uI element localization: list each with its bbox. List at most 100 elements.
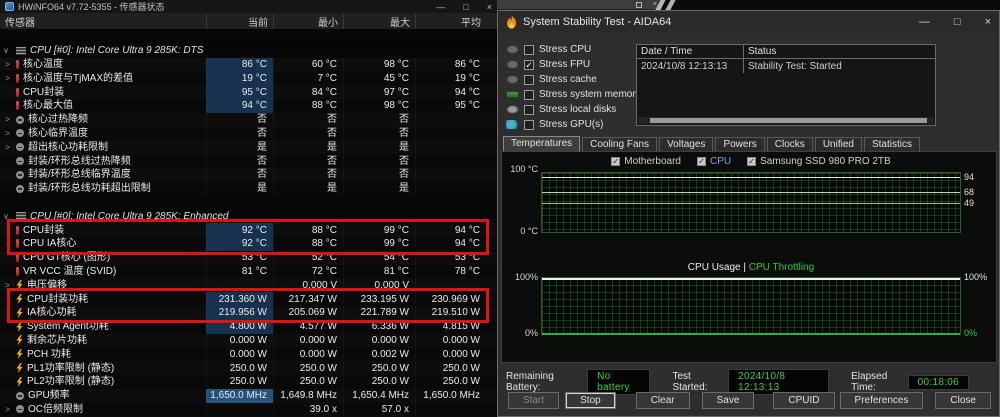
- sensor-max-value: 1,650.4 MHz: [343, 389, 415, 403]
- stop-button[interactable]: Stop: [565, 392, 616, 409]
- stress-option[interactable]: Stress cache: [506, 72, 641, 87]
- sensor-group-row[interactable]: ∨CPU [#0]: Intel Core Ultra 9 285K: DTS: [0, 44, 497, 58]
- sensor-row[interactable]: CPU IA核心92 °C88 °C99 °C94 °C: [0, 237, 497, 251]
- save-button[interactable]: Save: [702, 392, 755, 409]
- tab-cooling-fans[interactable]: Cooling Fans: [582, 137, 657, 152]
- lightning-icon: [16, 322, 23, 332]
- sensor-min-value: 60 °C: [273, 58, 343, 72]
- hwinfo-titlebar[interactable]: HWiNFO64 v7.72-5355 - 传感器状态 — □ ×: [0, 0, 497, 13]
- tab-unified[interactable]: Unified: [815, 137, 862, 152]
- sensor-current-value: 0.000 W: [206, 347, 273, 361]
- sensor-group-row[interactable]: ∨CPU [#0]: Intel Core Ultra 9 285K: Enha…: [0, 209, 497, 223]
- chart-series-line: [542, 278, 960, 280]
- checkbox-unchecked[interactable]: [524, 105, 534, 115]
- sensor-row[interactable]: CPU GT核心 (图形)53 °C52 °C54 °C53 °C: [0, 251, 497, 265]
- checkbox-checked[interactable]: ✓: [524, 60, 534, 70]
- log-horizontal-scrollbar[interactable]: [638, 117, 934, 124]
- stress-option-label: Stress CPU: [539, 44, 591, 55]
- thermometer-icon: [16, 88, 19, 97]
- stress-option[interactable]: Stress GPU(s): [506, 117, 641, 132]
- sensor-row[interactable]: System Agent功耗4.800 W4.577 W6.336 W4.815…: [0, 320, 497, 334]
- sensor-row[interactable]: >核心温度与TjMAX的差值19 °C7 °C45 °C19 °C: [0, 71, 497, 85]
- sensor-name-cell: >电压偏移: [0, 278, 206, 292]
- sensor-row[interactable]: >超出核心功耗限制是是是: [0, 140, 497, 154]
- sensor-min-value: 是: [273, 140, 343, 154]
- sensor-row[interactable]: GPU频率1,650.0 MHz1,649.8 MHz1,650.4 MHz1,…: [0, 389, 497, 403]
- clear-button[interactable]: Clear: [636, 392, 690, 409]
- sensor-max-value: 98 °C: [343, 99, 415, 113]
- close-button[interactable]: ×: [487, 2, 492, 12]
- stress-option[interactable]: Stress CPU: [506, 42, 641, 57]
- tab-voltages[interactable]: Voltages: [659, 137, 713, 152]
- start-button[interactable]: Start: [508, 392, 559, 409]
- stress-option[interactable]: ✓Stress FPU: [506, 57, 641, 72]
- sensor-label: VR VCC 温度 (SVID): [23, 265, 116, 278]
- tab-powers[interactable]: Powers: [715, 137, 764, 152]
- sensor-row[interactable]: >OC倍频限制39.0 x57.0 x: [0, 403, 497, 417]
- legend-checkbox[interactable]: ✓: [747, 157, 756, 166]
- legend-item[interactable]: ✓Samsung SSD 980 PRO 2TB: [747, 156, 891, 167]
- sensor-row[interactable]: >电压偏移0.000 V0.000 V: [0, 278, 497, 292]
- sensor-row[interactable]: 封装/环形总线过热降频否否否: [0, 154, 497, 168]
- column-header-min[interactable]: 最小: [273, 14, 343, 29]
- tab-temperatures[interactable]: Temperatures: [503, 136, 580, 152]
- aida64-titlebar[interactable]: System Stability Test - AIDA64 — □ ×: [498, 11, 999, 33]
- legend-checkbox[interactable]: ✓: [611, 157, 620, 166]
- sensor-row[interactable]: >核心过热降频否否否: [0, 113, 497, 127]
- checkbox-unchecked[interactable]: [524, 90, 534, 100]
- minimize-button[interactable]: —: [436, 2, 445, 12]
- sensor-row[interactable]: 封装/环形总线功耗超出限制是是是: [0, 182, 497, 196]
- sensor-label: 封装/环形总线功耗超出限制: [28, 182, 151, 195]
- hwinfo-window-title: HWiNFO64 v7.72-5355 - 传感器状态: [18, 0, 165, 13]
- sensor-row[interactable]: >核心温度86 °C60 °C98 °C86 °C: [0, 58, 497, 72]
- sensor-row[interactable]: 封装/环形总线临界温度否否否: [0, 168, 497, 182]
- sensor-row[interactable]: IA核心功耗219.956 W205.069 W221.789 W219.510…: [0, 306, 497, 320]
- status-field-label: Test Started:: [672, 371, 722, 393]
- sensor-name-cell: CPU封装功耗: [0, 292, 206, 306]
- maximize-button[interactable]: □: [954, 16, 961, 28]
- legend-checkbox[interactable]: ✓: [697, 157, 706, 166]
- chevron-down-icon: ∨: [3, 210, 12, 223]
- checkbox-unchecked[interactable]: [524, 45, 534, 55]
- close-button[interactable]: Close: [935, 392, 991, 409]
- sensor-current-value: 231.360 W: [206, 292, 273, 306]
- lightning-icon: [16, 363, 23, 373]
- sensor-row[interactable]: PCH 功耗0.000 W0.000 W0.002 W0.000 W: [0, 347, 497, 361]
- sensor-label: CPU GT核心 (图形): [23, 251, 110, 264]
- maximize-button[interactable]: □: [463, 2, 468, 12]
- sensor-min-value: 250.0 W: [273, 375, 343, 389]
- sensor-row[interactable]: CPU封装功耗231.360 W217.347 W233.195 W230.96…: [0, 292, 497, 306]
- cpuid-button[interactable]: CPUID: [773, 392, 834, 409]
- column-header-sensor[interactable]: 传感器: [0, 14, 206, 29]
- sensor-row[interactable]: CPU封装95 °C84 °C97 °C94 °C: [0, 85, 497, 99]
- checkbox-unchecked[interactable]: [524, 120, 534, 130]
- sensor-row[interactable]: 核心最大值94 °C88 °C98 °C95 °C: [0, 99, 497, 113]
- usage-right-top-label: 100%: [964, 272, 987, 282]
- log-row[interactable]: 2024/10/8 12:13:13Stability Test: Starte…: [637, 59, 935, 73]
- sensor-avg-value: [415, 182, 486, 196]
- sensor-label: 核心最大值: [23, 99, 73, 112]
- sensor-row[interactable]: PL1功率限制 (静态)250.0 W250.0 W250.0 W250.0 W: [0, 361, 497, 375]
- close-button[interactable]: ×: [985, 16, 991, 28]
- sensor-row[interactable]: >核心临界温度否否否: [0, 127, 497, 141]
- sensor-max-value: 否: [343, 154, 415, 168]
- column-header-avg[interactable]: 平均: [415, 14, 486, 29]
- minimize-button[interactable]: —: [919, 16, 930, 28]
- legend-item[interactable]: ✓CPU: [697, 156, 731, 167]
- sensor-current-value: 0.000 W: [206, 334, 273, 348]
- column-header-max[interactable]: 最大: [343, 14, 415, 29]
- stress-option[interactable]: Stress local disks: [506, 102, 641, 117]
- preferences-button[interactable]: Preferences: [840, 392, 924, 409]
- sensor-row[interactable]: VR VCC 温度 (SVID)81 °C72 °C81 °C78 °C: [0, 265, 497, 279]
- log-scrollbar-thumb[interactable]: [650, 118, 927, 123]
- sensor-row[interactable]: 剩余芯片功耗0.000 W0.000 W0.000 W0.000 W: [0, 334, 497, 348]
- legend-item[interactable]: ✓Motherboard: [611, 156, 681, 167]
- checkbox-unchecked[interactable]: [524, 75, 534, 85]
- sensor-row[interactable]: PL2功率限制 (静态)250.0 W250.0 W250.0 W250.0 W: [0, 375, 497, 389]
- tab-clocks[interactable]: Clocks: [767, 137, 813, 152]
- tab-statistics[interactable]: Statistics: [864, 137, 920, 152]
- sensor-avg-value: 219.510 W: [415, 306, 486, 320]
- stress-option[interactable]: Stress system memory: [506, 87, 641, 102]
- column-header-current[interactable]: 当前: [206, 14, 273, 29]
- sensor-row[interactable]: CPU封装92 °C88 °C99 °C94 °C: [0, 223, 497, 237]
